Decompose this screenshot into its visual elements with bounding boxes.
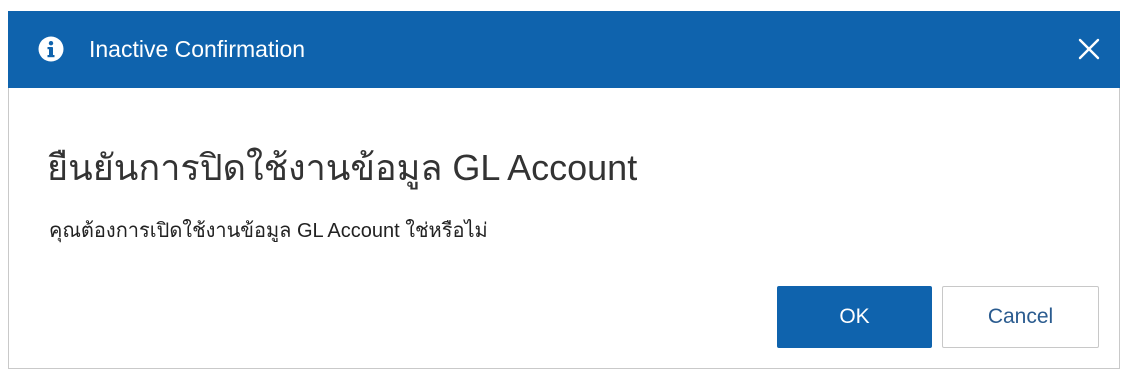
close-icon[interactable] [1074,34,1104,64]
info-icon [38,36,64,62]
inactive-confirmation-dialog: Inactive Confirmation ยืนยันการปิดใช้งาน… [8,11,1120,369]
ok-button[interactable]: OK [777,286,932,348]
dialog-header: Inactive Confirmation [8,11,1120,88]
confirmation-message: คุณต้องการเปิดใช้งานข้อมูล GL Account ใช… [49,220,488,242]
cancel-button[interactable]: Cancel [942,286,1099,348]
page: Inactive Confirmation ยืนยันการปิดใช้งาน… [0,0,1134,381]
dialog-title: Inactive Confirmation [89,36,306,62]
confirmation-heading: ยืนยันการปิดใช้งานข้อมูล GL Account [47,147,638,188]
